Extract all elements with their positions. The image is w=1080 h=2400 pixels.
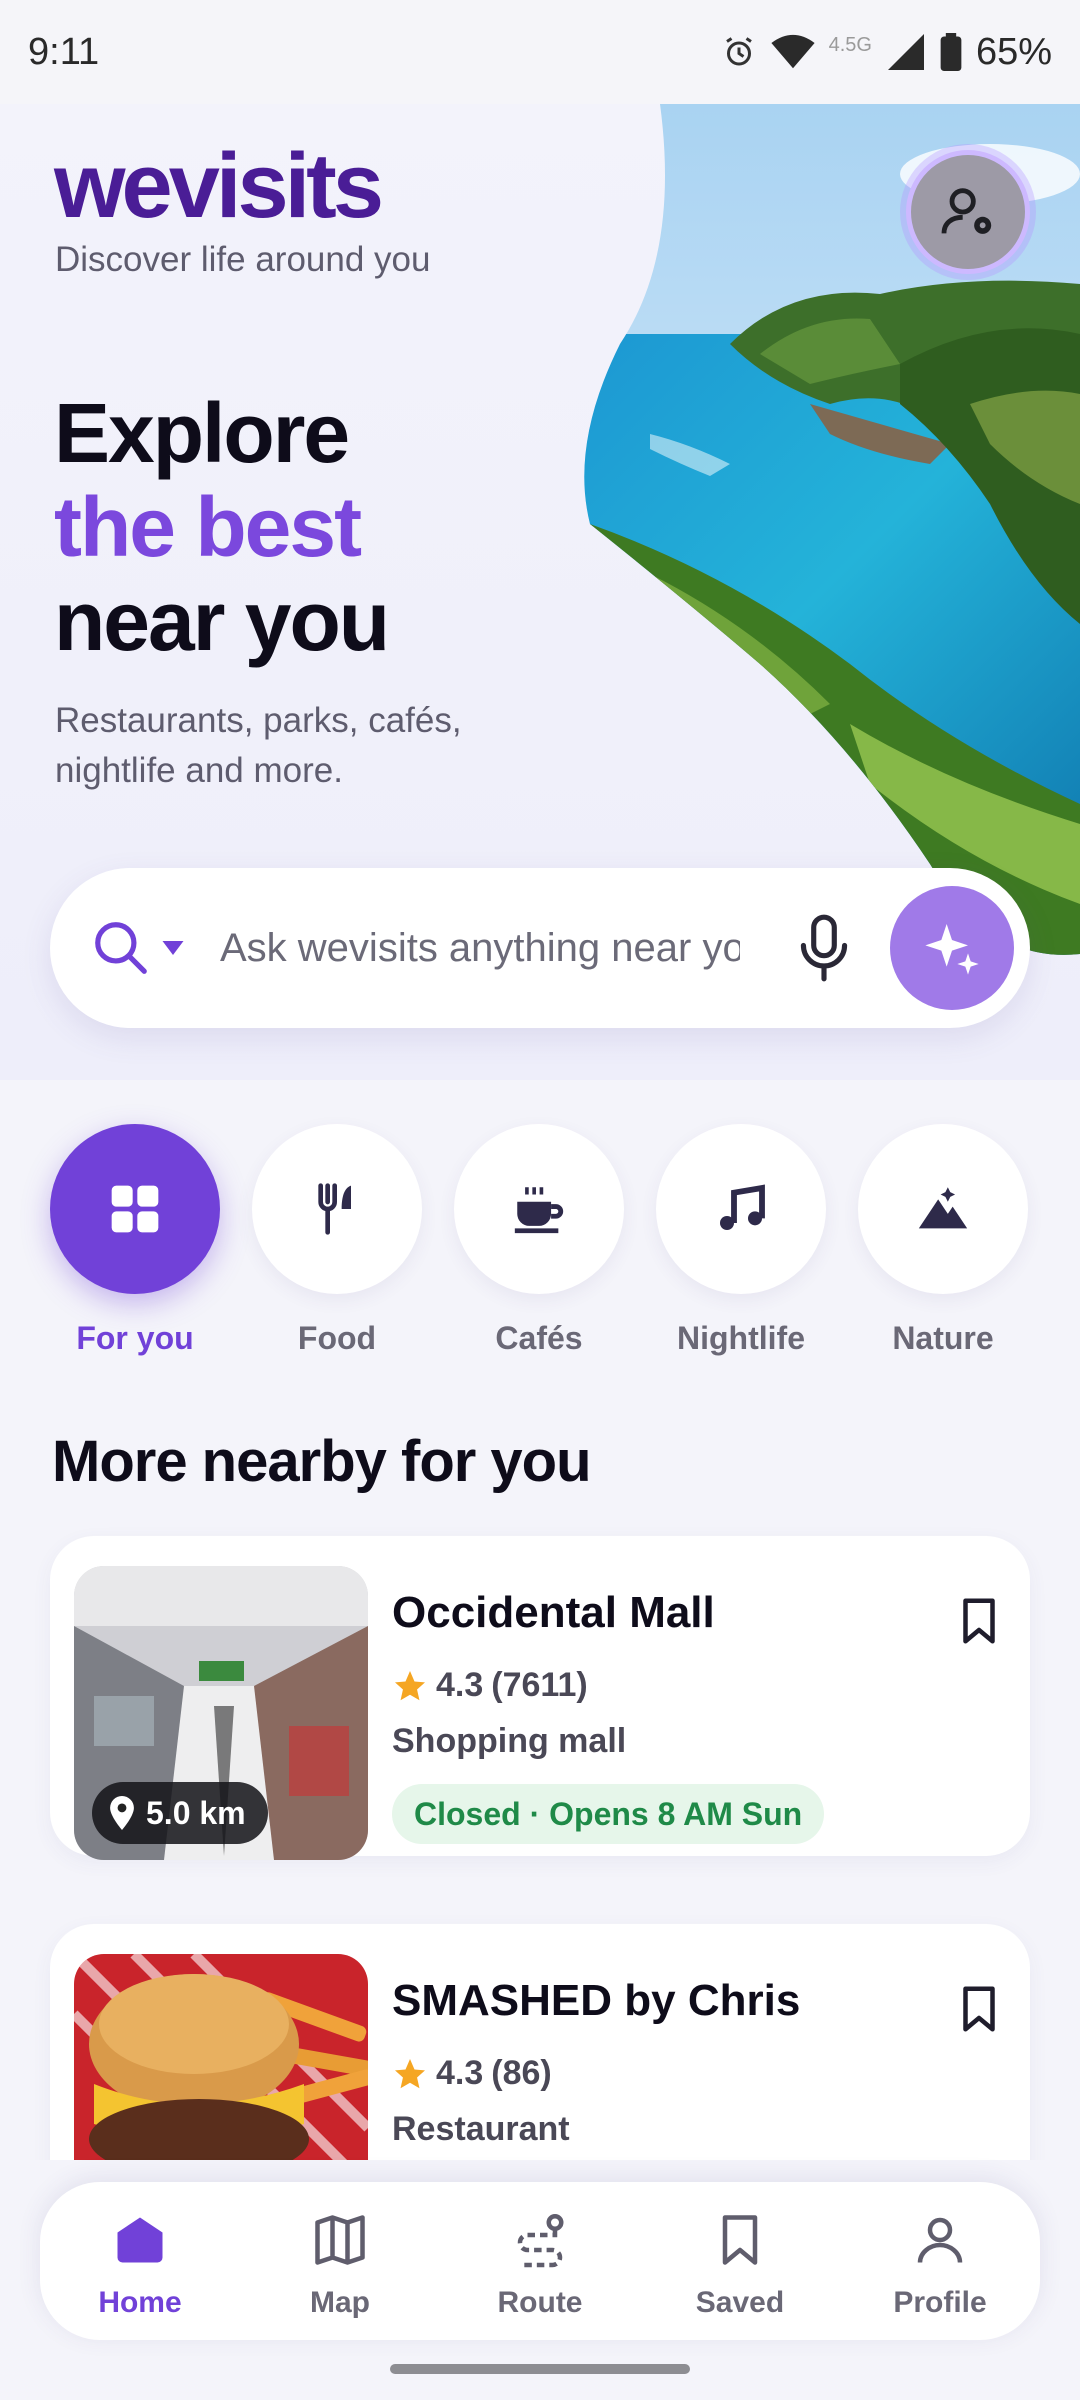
bookmark-icon[interactable] xyxy=(952,1594,1006,1648)
headline-line-1: Explore xyxy=(54,386,350,480)
place-type: Shopping mall xyxy=(392,1722,627,1760)
profile-settings-button[interactable] xyxy=(906,150,1030,274)
headline-line-3: near you xyxy=(54,574,390,668)
review-count: (86) xyxy=(491,2054,552,2092)
search-icon xyxy=(95,922,147,974)
category-label: Cafés xyxy=(495,1320,583,1356)
nav-label: Profile xyxy=(893,2286,987,2319)
chevron-down-icon xyxy=(162,941,184,955)
category-for-you-circle[interactable] xyxy=(50,1124,220,1294)
headline: Explore the best near you xyxy=(54,386,390,668)
section-title: More nearby for you xyxy=(52,1429,592,1494)
category-nature-circle[interactable] xyxy=(858,1124,1028,1294)
star-icon xyxy=(395,2058,425,2088)
hero-subline: Restaurants, parks, cafés, nightlife and… xyxy=(55,701,462,790)
route-icon xyxy=(517,2214,564,2268)
bookmark-icon[interactable] xyxy=(952,1982,1006,2036)
home-indicator[interactable] xyxy=(390,2364,690,2374)
category-nightlife-circle[interactable] xyxy=(656,1124,826,1294)
category-for-you[interactable]: For you xyxy=(50,1124,220,1357)
search-mode-selector[interactable] xyxy=(90,917,184,979)
person-icon xyxy=(917,2217,963,2263)
mountain-icon xyxy=(918,1187,968,1229)
category-label: Nature xyxy=(892,1320,994,1356)
nav-label: Map xyxy=(310,2286,370,2319)
place-photo: 5.0 km xyxy=(74,1566,368,1860)
bookmark-icon xyxy=(722,2215,758,2265)
wifi-icon xyxy=(770,34,815,69)
battery-level: 65% xyxy=(975,30,1052,73)
nav-profile[interactable]: Profile xyxy=(850,2202,1030,2320)
signal-icon xyxy=(887,34,924,70)
home-icon xyxy=(117,2217,163,2263)
brand-logo: wevisits xyxy=(54,135,384,237)
place-name: SMASHED by Chris xyxy=(392,1976,801,2025)
category-food[interactable]: Food xyxy=(252,1124,422,1357)
sparkle-icon xyxy=(925,924,979,975)
headline-line-2: the best xyxy=(54,480,362,574)
battery-icon xyxy=(940,33,962,71)
category-cafes[interactable]: Cafés xyxy=(454,1124,624,1357)
map-icon xyxy=(315,2215,365,2265)
open-status-badge: Closed · Opens 8 AM Sun xyxy=(392,1784,825,1844)
place-name: Occidental Mall xyxy=(392,1588,715,1637)
rating-value: 4.3 xyxy=(436,2054,484,2092)
category-nightlife[interactable]: Nightlife xyxy=(656,1124,826,1357)
nav-map[interactable]: Map xyxy=(250,2202,430,2320)
category-nature[interactable]: Nature xyxy=(858,1124,1028,1357)
nav-saved[interactable]: Saved xyxy=(650,2202,830,2320)
nav-label: Route xyxy=(497,2286,583,2319)
place-rating: 4.3 (7611) xyxy=(392,1666,588,1705)
ai-sparkle-button[interactable] xyxy=(890,886,1014,1010)
music-note-icon xyxy=(720,1184,765,1230)
distance-badge: 5.0 km xyxy=(92,1782,268,1844)
distance-text: 5.0 km xyxy=(146,1794,246,1831)
status-time: 9:11 xyxy=(28,30,100,73)
tagline: Discover life around you xyxy=(55,240,431,279)
coffee-cup-icon xyxy=(514,1187,564,1234)
fork-knife-icon xyxy=(318,1183,351,1235)
place-type: Restaurant xyxy=(392,2110,570,2148)
microphone-icon[interactable] xyxy=(792,912,856,984)
network-type: 4.5G xyxy=(828,33,872,56)
status-bar: 9:11 4.5G 65% xyxy=(0,0,1080,104)
grid-icon xyxy=(111,1185,159,1233)
category-food-circle[interactable] xyxy=(252,1124,422,1294)
nav-route[interactable]: Route xyxy=(450,2202,630,2320)
category-bar: For you Food Cafés Nightlife Nature xyxy=(0,1124,1080,1364)
user-gear-icon xyxy=(941,188,992,234)
star-icon xyxy=(395,1670,425,1700)
review-count: (7611) xyxy=(491,1666,588,1704)
nav-home[interactable]: Home xyxy=(50,2202,230,2320)
rating-value: 4.3 xyxy=(436,1666,484,1704)
search-bar[interactable]: Ask wevisits anything near you xyxy=(50,868,1030,1028)
bottom-navigation: Home Map Route Saved Profile xyxy=(40,2182,1040,2340)
search-input[interactable]: Ask wevisits anything near you xyxy=(220,926,740,971)
place-rating: 4.3 (86) xyxy=(392,2054,552,2093)
alarm-icon xyxy=(725,37,752,66)
category-label: Nightlife xyxy=(677,1320,805,1356)
nav-label: Home xyxy=(98,2286,182,2319)
nav-label: Saved xyxy=(695,2286,785,2319)
location-pin-icon xyxy=(110,1796,134,1830)
category-label: Food xyxy=(297,1320,377,1356)
category-cafes-circle[interactable] xyxy=(454,1124,624,1294)
category-label: For you xyxy=(76,1320,194,1356)
place-card[interactable]: 5.0 km Occidental Mall 4.3 (7611) Shoppi… xyxy=(50,1536,1030,1860)
